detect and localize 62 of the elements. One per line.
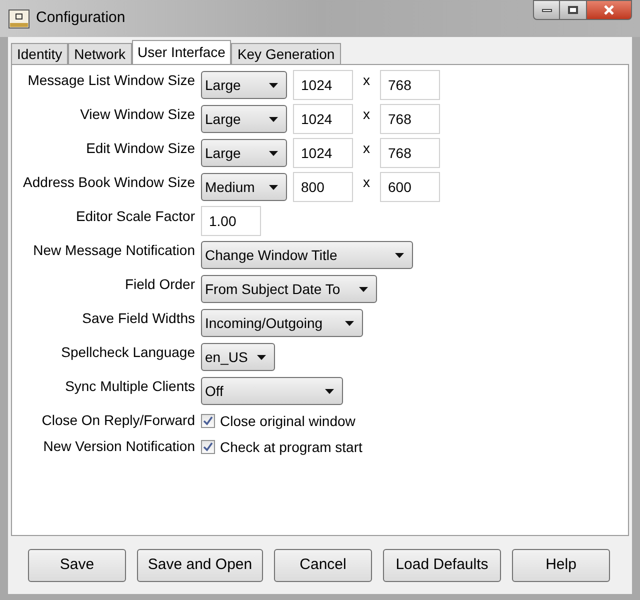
setting-label: View Window Size bbox=[80, 105, 195, 124]
tab[interactable]: Identity bbox=[11, 43, 68, 64]
input-field[interactable]: 1024 bbox=[293, 104, 353, 134]
setting-label: New Message Notification bbox=[33, 241, 195, 260]
input-field[interactable]: 768 bbox=[380, 104, 440, 134]
caret-icon bbox=[269, 184, 278, 190]
checkbox[interactable] bbox=[201, 414, 215, 428]
maximize-button[interactable] bbox=[560, 0, 586, 20]
setting-label: Message List Window Size bbox=[28, 71, 195, 90]
times-sign: x bbox=[362, 139, 371, 158]
caret-icon bbox=[395, 252, 404, 258]
input-field[interactable]: 600 bbox=[380, 172, 440, 202]
dropdown[interactable]: Change Window Title bbox=[201, 241, 413, 269]
window-title: Configuration bbox=[36, 8, 126, 28]
setting-label: Edit Window Size bbox=[86, 139, 195, 158]
minimize-button[interactable] bbox=[533, 0, 560, 20]
times-sign: x bbox=[362, 71, 371, 90]
dropdown[interactable]: Off bbox=[201, 377, 343, 405]
input-field[interactable]: 1.00 bbox=[201, 206, 261, 236]
dropdown[interactable]: en_US bbox=[201, 343, 275, 371]
setting-label: Spellcheck Language bbox=[61, 343, 195, 362]
input-field[interactable]: 1024 bbox=[293, 70, 353, 100]
checkbox-label: Close original window bbox=[220, 412, 356, 431]
input-field[interactable]: 768 bbox=[380, 138, 440, 168]
tab[interactable]: Key Generation bbox=[231, 43, 341, 64]
caret-icon bbox=[257, 354, 266, 360]
input-field[interactable]: 1024 bbox=[293, 138, 353, 168]
setting-label: Save Field Widths bbox=[82, 309, 195, 328]
caret-icon bbox=[269, 116, 278, 122]
app-icon bbox=[8, 8, 30, 30]
setting-label: Field Order bbox=[124, 275, 195, 294]
caret-icon bbox=[359, 286, 368, 292]
dropdown[interactable]: Large bbox=[201, 71, 287, 99]
close-icon bbox=[603, 5, 615, 15]
caret-icon bbox=[269, 150, 278, 156]
input-field[interactable]: 800 bbox=[293, 172, 353, 202]
dialog-button[interactable]: Cancel bbox=[274, 548, 372, 582]
dialog-button[interactable]: Help bbox=[512, 548, 610, 582]
input-field[interactable]: 768 bbox=[380, 70, 440, 100]
times-sign: x bbox=[362, 173, 371, 192]
close-button[interactable] bbox=[586, 0, 632, 20]
dropdown[interactable]: Medium bbox=[201, 173, 287, 201]
times-sign: x bbox=[362, 105, 371, 124]
setting-label: Editor Scale Factor bbox=[76, 207, 195, 226]
setting-label: New Version Notification bbox=[43, 437, 195, 456]
dropdown[interactable]: From Subject Date To bbox=[201, 275, 377, 303]
setting-label: Close On Reply/Forward bbox=[42, 411, 195, 430]
dialog-button[interactable]: Save and Open bbox=[137, 548, 263, 582]
tab[interactable]: User Interface bbox=[132, 40, 232, 64]
dropdown[interactable]: Large bbox=[201, 139, 287, 167]
setting-label: Sync Multiple Clients bbox=[65, 377, 195, 396]
checkbox[interactable] bbox=[201, 440, 215, 454]
checkbox-label: Check at program start bbox=[220, 438, 362, 457]
caret-icon bbox=[325, 388, 334, 394]
dropdown[interactable]: Large bbox=[201, 105, 287, 133]
setting-label: Address Book Window Size bbox=[23, 173, 195, 192]
dialog-button[interactable]: Save bbox=[28, 548, 126, 582]
tab[interactable]: Network bbox=[68, 43, 132, 64]
caret-icon bbox=[269, 82, 278, 88]
caret-icon bbox=[345, 320, 354, 326]
dropdown[interactable]: Incoming/Outgoing bbox=[201, 309, 363, 337]
dialog-button[interactable]: Load Defaults bbox=[383, 548, 501, 582]
